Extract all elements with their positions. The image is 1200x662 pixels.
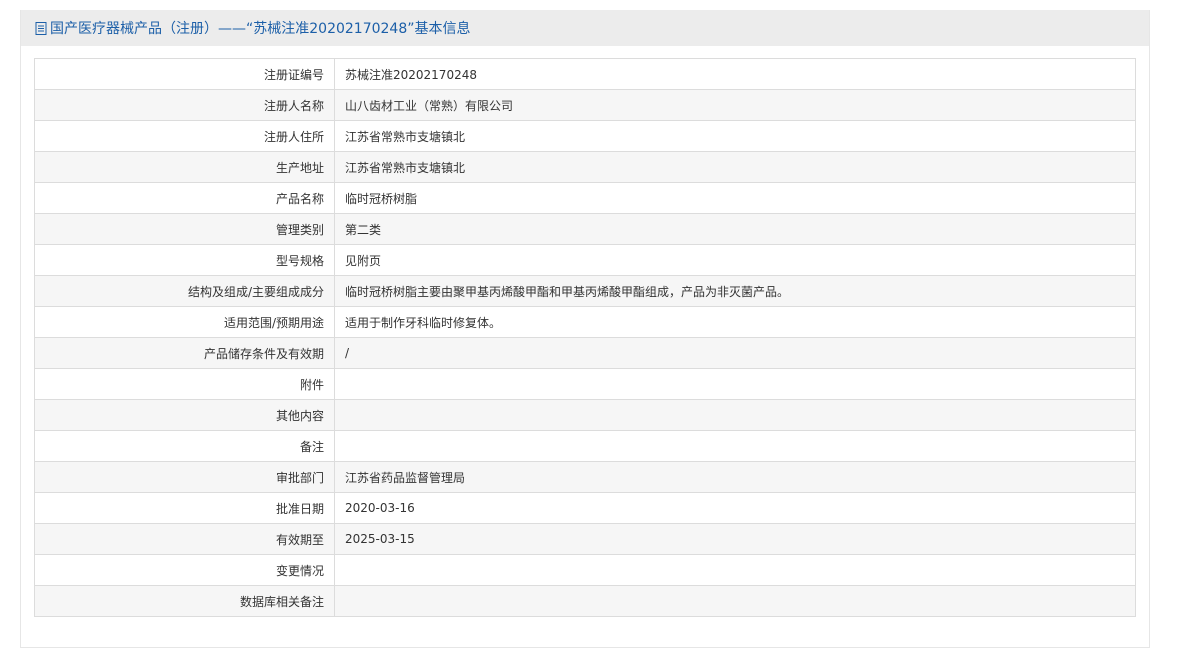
page-title: 国产医疗器械产品（注册）——“苏械注准20202170248”基本信息 bbox=[50, 21, 471, 37]
table-row: 审批部门 江苏省药品监督管理局 bbox=[34, 461, 1136, 493]
field-value: 2025-03-15 bbox=[334, 523, 1136, 555]
table-row: 产品名称 临时冠桥树脂 bbox=[34, 182, 1136, 214]
field-label: 注册人住所 bbox=[34, 120, 335, 152]
document-icon bbox=[35, 21, 47, 35]
field-label: 变更情况 bbox=[34, 554, 335, 586]
field-value: 见附页 bbox=[334, 244, 1136, 276]
table-row: 型号规格 见附页 bbox=[34, 244, 1136, 276]
field-label: 产品名称 bbox=[34, 182, 335, 214]
field-label: 生产地址 bbox=[34, 151, 335, 183]
field-value: / bbox=[334, 337, 1136, 369]
field-label: 适用范围/预期用途 bbox=[34, 306, 335, 338]
field-label: 有效期至 bbox=[34, 523, 335, 555]
field-value: 江苏省常熟市支塘镇北 bbox=[334, 120, 1136, 152]
field-value: 适用于制作牙科临时修复体。 bbox=[334, 306, 1136, 338]
field-value: 临时冠桥树脂主要由聚甲基丙烯酸甲酯和甲基丙烯酸甲酯组成，产品为非灭菌产品。 bbox=[334, 275, 1136, 307]
table-row: 注册人住所 江苏省常熟市支塘镇北 bbox=[34, 120, 1136, 152]
detail-panel: 国产医疗器械产品（注册）——“苏械注准20202170248”基本信息 注册证编… bbox=[20, 10, 1150, 648]
field-label: 型号规格 bbox=[34, 244, 335, 276]
field-value: 临时冠桥树脂 bbox=[334, 182, 1136, 214]
field-label: 批准日期 bbox=[34, 492, 335, 524]
field-label: 结构及组成/主要组成成分 bbox=[34, 275, 335, 307]
table-row: 适用范围/预期用途 适用于制作牙科临时修复体。 bbox=[34, 306, 1136, 338]
field-value: 江苏省常熟市支塘镇北 bbox=[334, 151, 1136, 183]
field-label: 附件 bbox=[34, 368, 335, 400]
field-value: 苏械注准20202170248 bbox=[334, 58, 1136, 90]
field-label: 管理类别 bbox=[34, 213, 335, 245]
table-row: 管理类别 第二类 bbox=[34, 213, 1136, 245]
table-row: 其他内容 bbox=[34, 399, 1136, 431]
table-row: 注册证编号 苏械注准20202170248 bbox=[34, 58, 1136, 90]
table-row: 变更情况 bbox=[34, 554, 1136, 586]
table-row: 附件 bbox=[34, 368, 1136, 400]
table-row: 产品储存条件及有效期 / bbox=[34, 337, 1136, 369]
field-value bbox=[334, 554, 1136, 586]
field-label: 数据库相关备注 bbox=[34, 585, 335, 617]
field-value: 2020-03-16 bbox=[334, 492, 1136, 524]
field-value bbox=[334, 368, 1136, 400]
field-value: 第二类 bbox=[334, 213, 1136, 245]
table-row: 有效期至 2025-03-15 bbox=[34, 523, 1136, 555]
field-label: 注册人名称 bbox=[34, 89, 335, 121]
table-row: 批准日期 2020-03-16 bbox=[34, 492, 1136, 524]
field-value bbox=[334, 399, 1136, 431]
table-row: 生产地址 江苏省常熟市支塘镇北 bbox=[34, 151, 1136, 183]
field-label: 注册证编号 bbox=[34, 58, 335, 90]
field-value bbox=[334, 585, 1136, 617]
panel-header: 国产医疗器械产品（注册）——“苏械注准20202170248”基本信息 bbox=[21, 10, 1149, 46]
table-row: 结构及组成/主要组成成分 临时冠桥树脂主要由聚甲基丙烯酸甲酯和甲基丙烯酸甲酯组成，… bbox=[34, 275, 1136, 307]
table-row: 数据库相关备注 bbox=[34, 585, 1136, 617]
field-label: 备注 bbox=[34, 430, 335, 462]
table-row: 注册人名称 山八齿材工业（常熟）有限公司 bbox=[34, 89, 1136, 121]
field-value: 江苏省药品监督管理局 bbox=[334, 461, 1136, 493]
field-value bbox=[334, 430, 1136, 462]
table-row: 备注 bbox=[34, 430, 1136, 462]
field-label: 审批部门 bbox=[34, 461, 335, 493]
info-table: 注册证编号 苏械注准20202170248 注册人名称 山八齿材工业（常熟）有限公司注… bbox=[34, 58, 1136, 617]
field-label: 产品储存条件及有效期 bbox=[34, 337, 335, 369]
field-label: 其他内容 bbox=[34, 399, 335, 431]
field-value: 山八齿材工业（常熟）有限公司 bbox=[334, 89, 1136, 121]
